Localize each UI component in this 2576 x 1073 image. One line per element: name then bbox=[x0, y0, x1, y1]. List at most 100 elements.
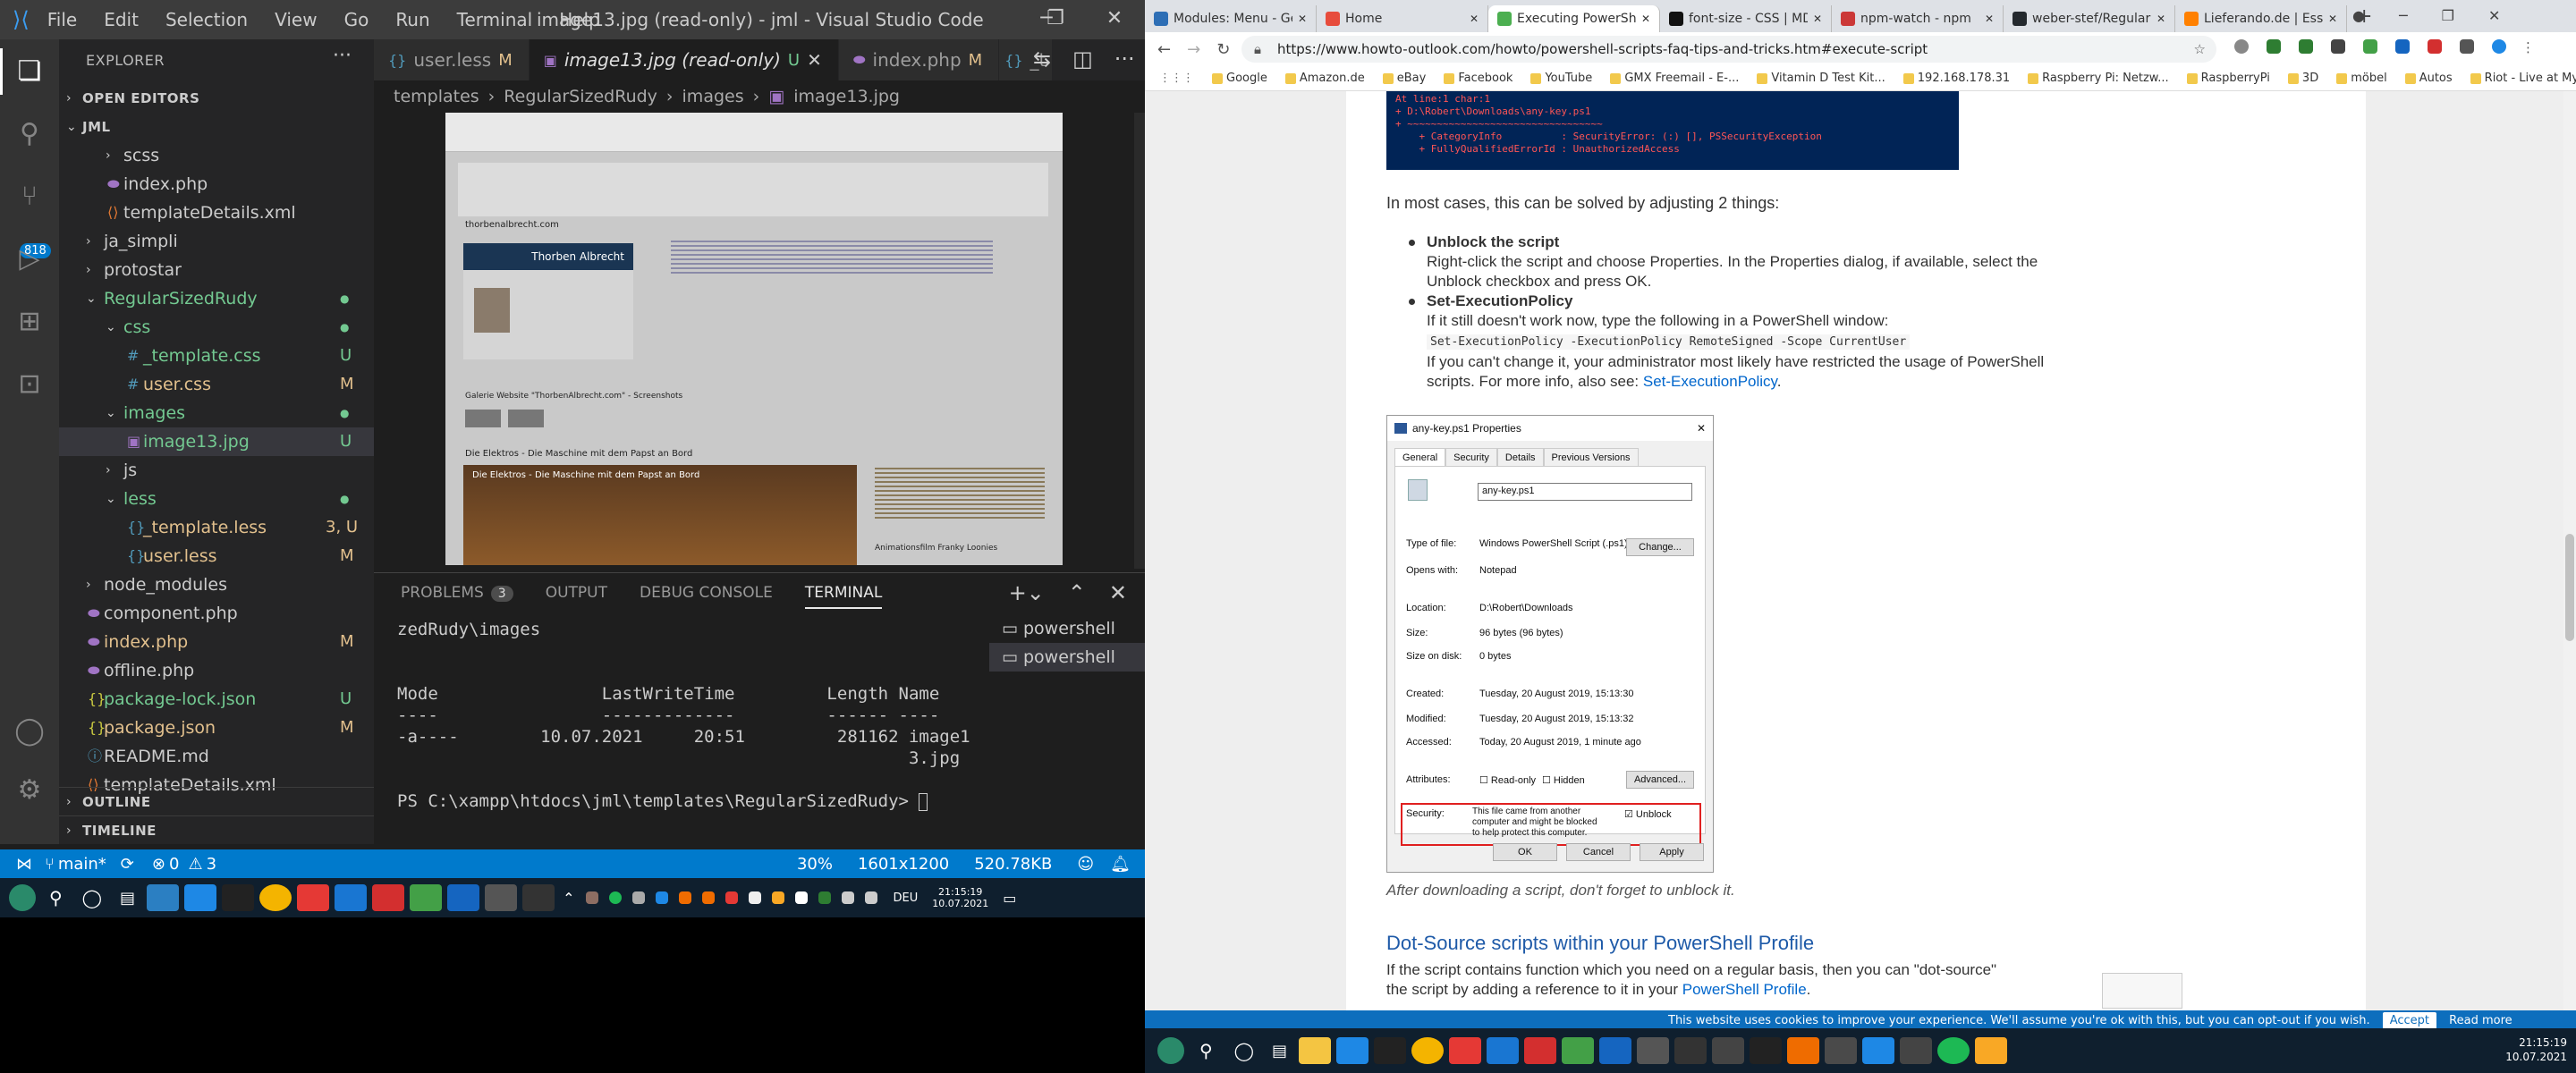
tree-item[interactable]: ⬬ component.php bbox=[59, 599, 374, 628]
filezilla-icon[interactable] bbox=[372, 884, 405, 911]
tray-icon[interactable] bbox=[725, 891, 739, 904]
more-actions-icon[interactable]: ··· bbox=[1114, 46, 1135, 72]
app-icon[interactable] bbox=[410, 884, 443, 911]
minimize-button[interactable]: ─ bbox=[2399, 7, 2408, 24]
account-icon[interactable]: ◯ bbox=[12, 714, 47, 749]
tree-item[interactable]: ⌄ RegularSizedRudy ● bbox=[59, 284, 374, 313]
bookmark-item[interactable]: 3D bbox=[2287, 72, 2318, 85]
tray-icon[interactable] bbox=[795, 891, 809, 904]
more-actions-icon[interactable]: ··· bbox=[333, 45, 352, 67]
browser-tab[interactable]: Executing PowerShell S ✕ bbox=[1488, 5, 1660, 32]
bookmark-item[interactable]: GMX Freemail - E-... bbox=[1610, 72, 1739, 85]
explorer-icon[interactable]: ❏ bbox=[0, 48, 47, 95]
maximize-panel-icon[interactable]: ⌃ bbox=[1068, 580, 1086, 605]
cortana-icon[interactable]: ◯ bbox=[1234, 1040, 1254, 1061]
menu-view[interactable]: View bbox=[275, 9, 317, 30]
extension-icon[interactable] bbox=[2234, 39, 2249, 54]
extension-icon[interactable] bbox=[2363, 39, 2377, 54]
tree-item[interactable]: {} package-lock.json U bbox=[59, 685, 374, 714]
back-icon[interactable]: ← bbox=[1157, 40, 1171, 59]
branch-label[interactable]: main* bbox=[58, 855, 106, 874]
bookmark-item[interactable]: 192.168.178.31 bbox=[1902, 72, 2010, 85]
app-icon[interactable] bbox=[1787, 1037, 1820, 1064]
gear-icon[interactable]: ⚙ bbox=[12, 773, 47, 808]
tab-output[interactable]: OUTPUT bbox=[546, 584, 607, 609]
app-icon[interactable] bbox=[1562, 1037, 1595, 1064]
spotify-icon[interactable] bbox=[609, 891, 623, 904]
close-icon[interactable]: ✕ bbox=[2157, 13, 2165, 25]
app-icon[interactable] bbox=[1487, 1037, 1520, 1064]
app-icon[interactable] bbox=[485, 884, 518, 911]
bookmark-item[interactable]: eBay bbox=[1382, 72, 1426, 85]
extension-icon[interactable] bbox=[2395, 39, 2410, 54]
kebab-menu-icon[interactable]: ⋮ bbox=[2521, 39, 2535, 55]
breadcrumb-item[interactable]: image13.jpg bbox=[793, 87, 900, 106]
extension-icon[interactable] bbox=[2331, 39, 2345, 54]
bookmark-item[interactable]: Riot - Live at My Fa... bbox=[2470, 72, 2576, 85]
tray-icon[interactable] bbox=[586, 891, 599, 904]
editor-scrollbar[interactable] bbox=[1134, 113, 1145, 569]
tree-item[interactable]: › protostar bbox=[59, 256, 374, 284]
tray-icon[interactable] bbox=[749, 891, 762, 904]
cortana-icon[interactable]: ◯ bbox=[82, 887, 102, 908]
reload-icon[interactable]: ↻ bbox=[1216, 40, 1230, 59]
bookmark-item[interactable]: Autos bbox=[2404, 72, 2453, 85]
bookmark-item[interactable]: Amazon.de bbox=[1284, 72, 1365, 85]
clock[interactable]: 21:15:19 10.07.2021 bbox=[932, 886, 988, 909]
tree-item[interactable]: › node_modules bbox=[59, 570, 374, 599]
extension-icon[interactable] bbox=[2299, 39, 2313, 54]
tray-icon[interactable] bbox=[679, 891, 692, 904]
menu-file[interactable]: File bbox=[47, 9, 77, 30]
start-icon[interactable] bbox=[9, 884, 36, 911]
chrome-icon[interactable] bbox=[259, 884, 292, 911]
restore-button[interactable]: ❐ bbox=[1038, 7, 1073, 30]
tree-item[interactable]: ▣ image13.jpg U bbox=[59, 427, 374, 456]
app-icon[interactable] bbox=[1599, 1037, 1632, 1064]
tray-icon[interactable] bbox=[818, 891, 832, 904]
network-icon[interactable] bbox=[842, 891, 855, 904]
terminal-app-icon[interactable] bbox=[222, 884, 255, 911]
tree-item[interactable]: {} package.json M bbox=[59, 714, 374, 742]
star-icon[interactable]: ☆ bbox=[2194, 36, 2206, 63]
app-icon[interactable] bbox=[1975, 1037, 2008, 1064]
bookmark-item[interactable]: Vitamin D Test Kit... bbox=[1757, 72, 1885, 85]
app-icon[interactable] bbox=[1900, 1037, 1933, 1064]
extension-icon[interactable] bbox=[2428, 39, 2442, 54]
close-button[interactable]: ✕ bbox=[1097, 7, 1132, 30]
zoom-level[interactable]: 30% bbox=[797, 855, 833, 874]
extensions-icon[interactable]: ⊞ bbox=[12, 304, 47, 340]
tree-item[interactable]: › js bbox=[59, 456, 374, 485]
terminal-output[interactable]: zedRudy\images Mode LastWriteTime Length … bbox=[397, 620, 1041, 843]
app-icon[interactable] bbox=[1336, 1037, 1369, 1064]
timeline-section[interactable]: › TIMELINE bbox=[59, 815, 374, 844]
apps-icon[interactable]: ⋮⋮⋮ bbox=[1159, 72, 1194, 85]
tab-problems[interactable]: PROBLEMS 3 bbox=[401, 584, 513, 609]
app-icon[interactable] bbox=[297, 884, 330, 911]
task-view-icon[interactable]: ▤ bbox=[1272, 1042, 1287, 1060]
search-icon[interactable]: ⚲ bbox=[49, 887, 63, 908]
tree-item[interactable]: ⬬ offline.php bbox=[59, 656, 374, 685]
vscode-icon[interactable] bbox=[1862, 1037, 1895, 1064]
browser-tab[interactable]: weber-stef/RegularSiz ✕ bbox=[2004, 5, 2175, 32]
close-icon[interactable]: ✕ bbox=[1985, 13, 1994, 25]
open-changes-icon[interactable]: ⇆ bbox=[1033, 46, 1051, 72]
breadcrumb-item[interactable]: templates bbox=[394, 87, 479, 106]
search-icon[interactable]: ⚲ bbox=[12, 116, 47, 152]
tree-item[interactable]: # user.css M bbox=[59, 370, 374, 399]
bookmark-item[interactable]: Raspberry Pi: Netzw... bbox=[2028, 72, 2169, 85]
terminal-item[interactable]: ▭ powershell bbox=[989, 643, 1145, 672]
tab-index-php[interactable]: ⬬ index.php M bbox=[838, 39, 1000, 80]
bookmark-item[interactable]: Facebook bbox=[1444, 72, 1513, 85]
browser-tab[interactable]: Home ✕ bbox=[1317, 5, 1488, 32]
close-icon[interactable]: ✕ bbox=[1298, 13, 1307, 25]
app-icon[interactable] bbox=[1449, 1037, 1482, 1064]
menu-run[interactable]: Run bbox=[395, 9, 429, 30]
tree-item[interactable]: {} user.less M bbox=[59, 542, 374, 570]
app-icon[interactable] bbox=[147, 884, 180, 911]
breadcrumb-item[interactable]: images bbox=[682, 87, 744, 106]
error-count[interactable]: 0 bbox=[169, 855, 179, 874]
clock[interactable]: 21:15:19 10.07.2021 bbox=[2505, 1035, 2567, 1064]
tray-icon[interactable] bbox=[772, 891, 785, 904]
tab-terminal[interactable]: TERMINAL bbox=[804, 584, 883, 609]
spotify-icon[interactable] bbox=[1937, 1037, 1970, 1064]
